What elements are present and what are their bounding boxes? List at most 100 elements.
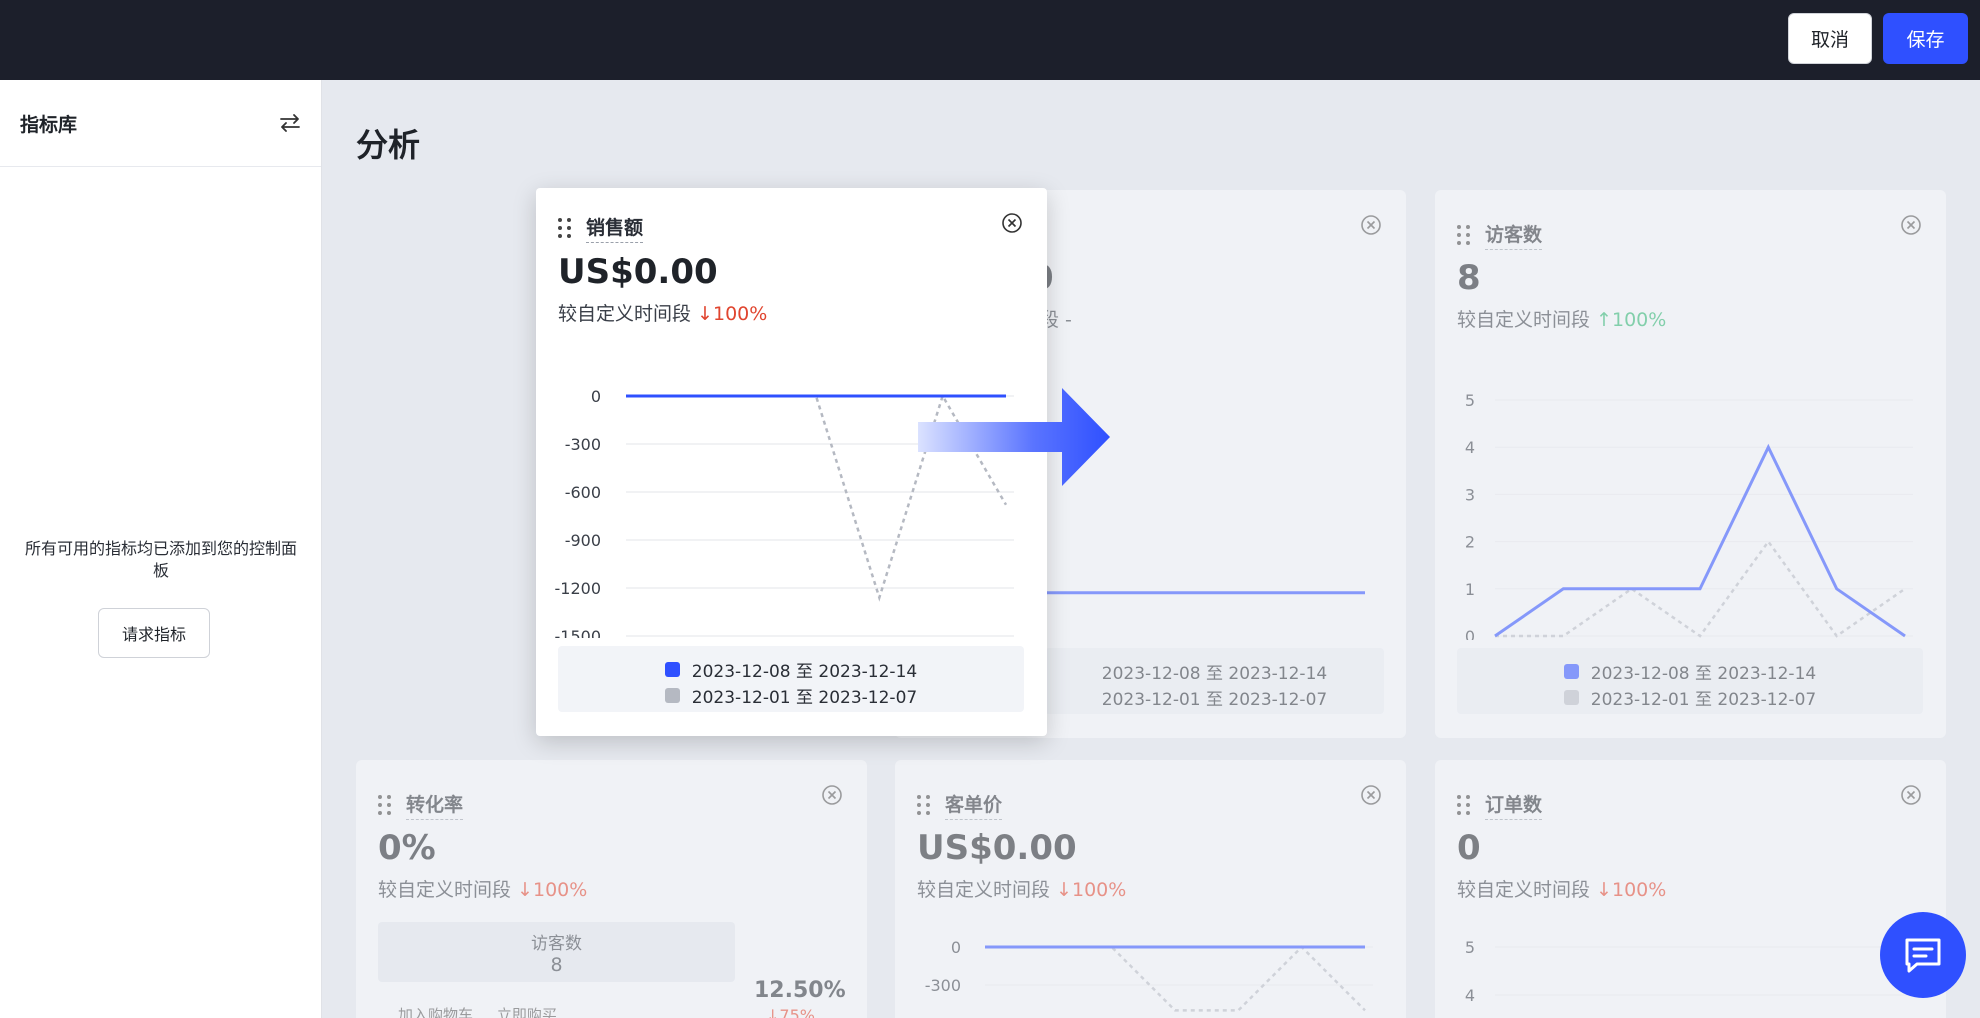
y-tick-label: -300 bbox=[565, 435, 601, 454]
metric-value: 0 bbox=[1457, 828, 1481, 868]
card-header: 销售额 bbox=[558, 213, 644, 243]
legend-swatch-previous bbox=[664, 688, 680, 703]
close-icon[interactable] bbox=[1001, 212, 1023, 234]
chart-legend: 2023-12-08 至 2023-12-14 2023-12-01 至 202… bbox=[1457, 648, 1923, 714]
legend-swatch-current bbox=[1563, 664, 1579, 679]
compare-text: 较自定义时间段 ↓100% bbox=[917, 875, 1126, 902]
card-header: 客单价 bbox=[917, 790, 1003, 820]
cancel-button[interactable]: 取消 bbox=[1788, 13, 1872, 64]
chart-legend: 2023-12-08 至 2023-12-14 2023-12-01 至 202… bbox=[558, 646, 1024, 712]
compare-text: 较自定义时间段 ↓100% bbox=[378, 875, 587, 902]
sidebar-header: 指标库 bbox=[0, 80, 321, 167]
close-icon[interactable] bbox=[821, 784, 843, 806]
metric-card-aov[interactable]: 客单价 US$0.00 较自定义时间段 ↓100% 0 -300 bbox=[895, 760, 1406, 1018]
chart-aov: 0 -300 bbox=[925, 938, 1373, 1012]
y-tick-label: -300 bbox=[925, 976, 961, 995]
metrics-library-sidebar: 指标库 所有可用的指标均已添加到您的控制面板 请求指标 bbox=[0, 80, 322, 1018]
drag-handle-icon[interactable] bbox=[1457, 795, 1471, 815]
card-title: 订单数 bbox=[1485, 790, 1543, 820]
delta-value: 100% bbox=[1611, 879, 1667, 901]
card-title: 转化率 bbox=[406, 790, 464, 820]
close-icon[interactable] bbox=[1360, 214, 1382, 236]
card-title: 客单价 bbox=[945, 790, 1003, 820]
delta-down-icon: ↓ bbox=[1596, 879, 1612, 901]
legend-previous: 2023-12-01 至 2023-12-07 bbox=[1590, 690, 1817, 710]
swap-arrows-icon[interactable] bbox=[277, 110, 303, 136]
page-title: 分析 bbox=[356, 126, 421, 164]
card-title: 销售额 bbox=[586, 213, 644, 243]
drag-handle-icon[interactable] bbox=[917, 795, 931, 815]
empty-state-message: 所有可用的指标均已添加到您的控制面板 bbox=[24, 539, 297, 580]
delta-value: 100% bbox=[532, 879, 588, 901]
y-tick-label: -900 bbox=[565, 531, 601, 550]
y-tick-label: 1 bbox=[1465, 580, 1475, 599]
top-bar: 取消 保存 bbox=[0, 0, 1980, 80]
y-tick-label: 2 bbox=[1465, 533, 1475, 552]
y-tick-label: 0 bbox=[951, 938, 961, 957]
compare-text: 较自定义时间段 ↑100% bbox=[1457, 305, 1666, 332]
metric-value: US$0.00 bbox=[558, 252, 718, 292]
compare-label: 较自定义时间段 bbox=[378, 879, 512, 901]
delta-down-icon: ↓ bbox=[766, 1006, 780, 1018]
drag-handle-icon[interactable] bbox=[1457, 225, 1471, 245]
delta-value: 100% bbox=[1071, 879, 1127, 901]
request-metric-button[interactable]: 请求指标 bbox=[98, 608, 210, 658]
compare-label: 较自定义时间段 bbox=[1457, 309, 1591, 331]
chart-orders: 54 bbox=[1465, 938, 1913, 1005]
legend-swatch-previous bbox=[1563, 690, 1579, 705]
chat-icon bbox=[1905, 938, 1941, 973]
card-header: 访客数 bbox=[1457, 220, 1543, 250]
metric-value: 8 bbox=[1457, 258, 1481, 298]
legend-swatch-current bbox=[664, 662, 680, 677]
chat-support-button[interactable] bbox=[1880, 912, 1966, 998]
compare-label: 较自定义时间段 bbox=[917, 879, 1051, 901]
funnel-next-a: 加入购物车 bbox=[398, 1006, 474, 1018]
chart-sales: 0-300-600-900-1200-150012-0812-1012-1212… bbox=[555, 387, 1014, 638]
funnel-step-value: 8 bbox=[550, 954, 563, 976]
legend-current: 2023-12-08 至 2023-12-14 bbox=[1590, 664, 1817, 684]
close-icon[interactable] bbox=[1900, 214, 1922, 236]
y-tick-label: -600 bbox=[565, 483, 601, 502]
conversion-side-value: 12.50% bbox=[754, 978, 846, 1003]
save-button[interactable]: 保存 bbox=[1883, 13, 1968, 64]
side-delta-value: 75% bbox=[779, 1006, 815, 1018]
y-tick-label: 3 bbox=[1465, 485, 1475, 504]
funnel-next-b: 立即购买 bbox=[496, 1006, 557, 1018]
y-tick-label: 5 bbox=[1465, 938, 1475, 957]
drag-handle-icon[interactable] bbox=[558, 218, 572, 238]
delta-value: 100% bbox=[1611, 309, 1667, 331]
metric-card-visitors[interactable]: 访客数 8 较自定义时间段 ↑100% 01234512-0812-1012-1… bbox=[1435, 190, 1946, 738]
delta-down-icon: ↓ bbox=[517, 879, 533, 901]
card-header: 转化率 bbox=[378, 790, 464, 820]
compare-label: 较自定义时间段 bbox=[1457, 879, 1591, 901]
y-tick-label: 0 bbox=[1465, 627, 1475, 640]
funnel-step: 访客数 8 bbox=[378, 922, 735, 982]
metric-card-conversion[interactable]: 转化率 0% 较自定义时间段 ↓100% 访客数 8 加入购物车 立即购买 12… bbox=[356, 760, 867, 1018]
legend-current: 2023-12-08 至 2023-12-14 bbox=[691, 662, 918, 682]
legend-previous: 2023-12-01 至 2023-12-07 bbox=[691, 688, 918, 708]
delta-down-icon: ↓ bbox=[697, 303, 713, 325]
y-tick-label: 5 bbox=[1465, 391, 1475, 410]
delta-down-icon: ↓ bbox=[1056, 879, 1072, 901]
legend-current: 2023-12-08 至 2023-12-14 bbox=[1101, 664, 1328, 684]
y-tick-label: -1200 bbox=[555, 579, 602, 598]
compare-text: 较自定义时间段 ↓100% bbox=[1457, 875, 1666, 902]
metric-value: 0% bbox=[378, 828, 436, 868]
funnel-next-steps: 加入购物车 立即购买 bbox=[398, 1004, 557, 1018]
card-title: 访客数 bbox=[1485, 220, 1543, 250]
conversion-side-delta: ↓75% bbox=[766, 1006, 815, 1018]
y-tick-label: 4 bbox=[1465, 438, 1475, 457]
close-icon[interactable] bbox=[1900, 784, 1922, 806]
card-header: 订单数 bbox=[1457, 790, 1543, 820]
y-tick-label: 0 bbox=[591, 387, 601, 406]
chart-legend: 2023-12-08 至 2023-12-14 2023-12-01 至 202… bbox=[1045, 648, 1384, 714]
drag-handle-icon[interactable] bbox=[378, 795, 392, 815]
legend-previous: 2023-12-01 至 2023-12-07 bbox=[1101, 690, 1328, 710]
close-icon[interactable] bbox=[1360, 784, 1382, 806]
delta-up-icon: ↑ bbox=[1596, 309, 1612, 331]
chart-visitors: 01234512-0812-1012-1212-14 bbox=[1465, 391, 1913, 640]
metric-value: US$0.00 bbox=[917, 828, 1077, 868]
compare-label: 较自定义时间段 bbox=[558, 303, 692, 325]
y-tick-label: 4 bbox=[1465, 986, 1475, 1005]
metric-card-orders[interactable]: 订单数 0 较自定义时间段 ↓100% 54 bbox=[1435, 760, 1946, 1018]
